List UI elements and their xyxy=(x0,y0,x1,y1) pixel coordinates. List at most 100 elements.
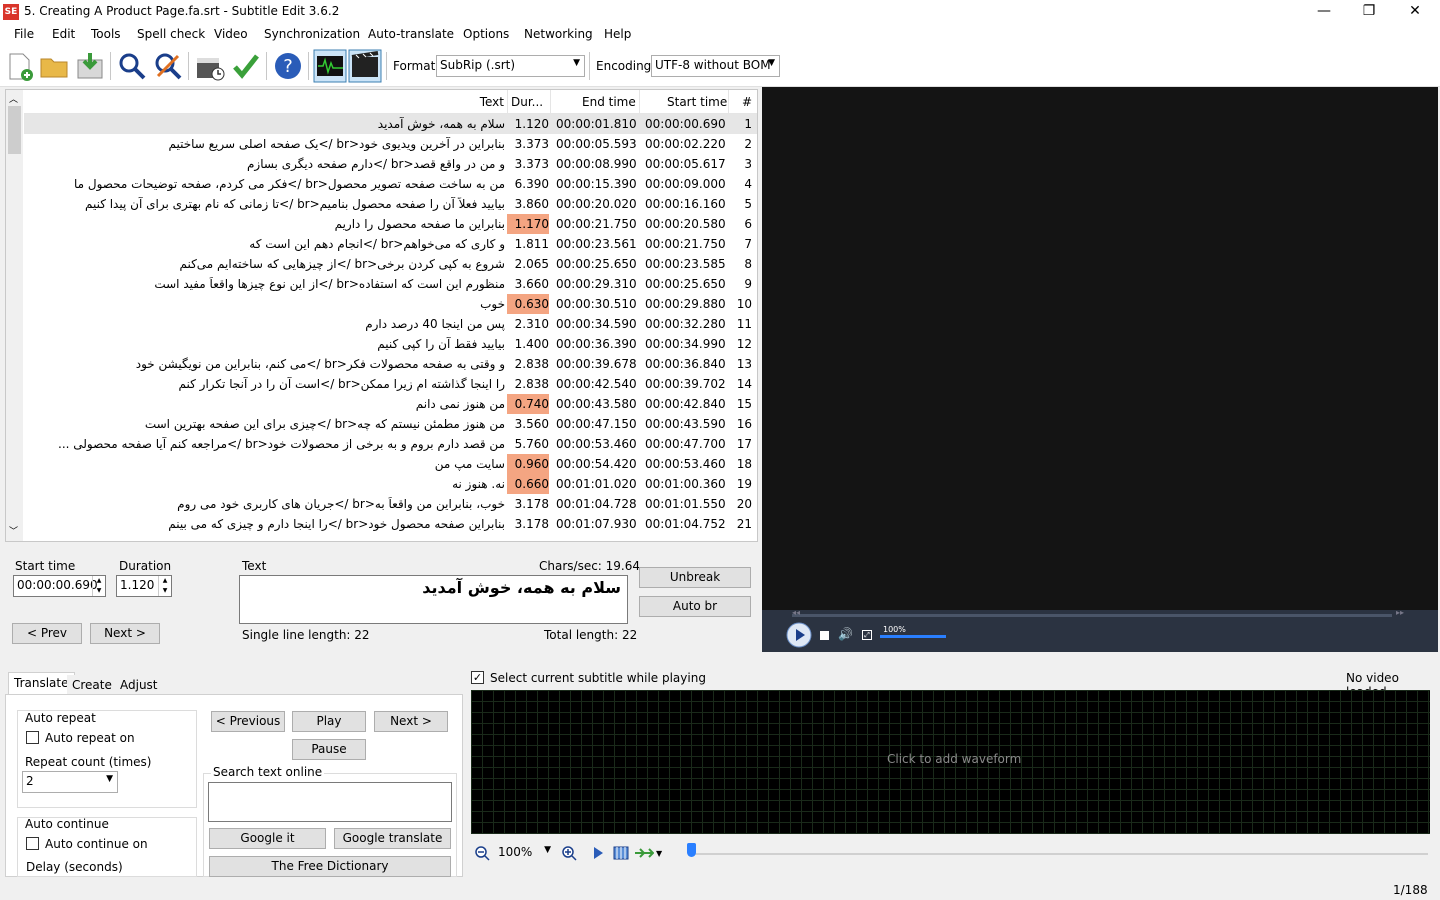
menu-file[interactable]: File xyxy=(14,27,34,41)
open-folder-icon[interactable] xyxy=(38,50,70,82)
spin-up-icon[interactable]: ▲ xyxy=(92,576,105,586)
visual-sync-icon[interactable] xyxy=(194,50,226,82)
video-toggle-icon[interactable] xyxy=(348,49,382,83)
scroll-thumb[interactable] xyxy=(8,106,21,154)
table-row[interactable]: و وقتی به صفحه محصولات فکر<br />می کنم، … xyxy=(24,354,757,374)
auto-br-button[interactable]: Auto br xyxy=(639,596,751,617)
table-row[interactable]: بیایید فعلاً آن را صفحه محصول بنامیم<br … xyxy=(24,194,757,214)
grid-scrollbar[interactable]: ︿ ﹀ xyxy=(6,90,23,541)
duration-input[interactable]: 1.120 ▲ ▼ xyxy=(116,575,172,597)
seek-bar[interactable] xyxy=(792,614,1392,617)
start-time-input[interactable]: 00:00:00.690 ▲ ▼ xyxy=(13,575,106,597)
tab-translate[interactable]: Translate xyxy=(8,672,75,694)
auto-continue-checkbox[interactable] xyxy=(26,837,39,850)
table-row[interactable]: بنابراین ما صفحه محصول را داریم 1.170 00:0… xyxy=(24,214,757,234)
stop-icon[interactable] xyxy=(820,631,829,640)
chevron-down-icon[interactable]: ▼ xyxy=(656,849,662,858)
table-row[interactable]: بنابراین صفحه محصول خود<br />را اینجا دا… xyxy=(24,514,757,534)
table-row[interactable]: بنابراین در آخرین ویدیوی خود<br />یک صفح… xyxy=(24,134,757,154)
menu-video[interactable]: Video xyxy=(214,27,248,41)
find-icon[interactable] xyxy=(116,50,148,82)
table-row[interactable]: پس من اینجا 40 درصد دارم 2.310 00:00:34.59… xyxy=(24,314,757,334)
auto-repeat-checkbox[interactable] xyxy=(26,731,39,744)
table-row[interactable]: من قصد دارم بروم و به برخی از محصولات خو… xyxy=(24,434,757,454)
menu-edit[interactable]: Edit xyxy=(52,27,75,41)
menu-auto-translate[interactable]: Auto-translate xyxy=(368,27,454,41)
waveform-position-thumb[interactable] xyxy=(687,843,696,857)
volume-slider[interactable] xyxy=(880,635,946,638)
spin-down-icon[interactable]: ▼ xyxy=(92,586,105,596)
select-current-checkbox[interactable]: ✓ xyxy=(471,671,484,684)
play-icon[interactable] xyxy=(786,622,812,648)
header-start-time[interactable]: Start time xyxy=(667,95,727,109)
encoding-select[interactable]: UTF-8 without BOM ▼ xyxy=(651,55,780,77)
table-row[interactable]: و من در واقع قصد<br />دارم صفحه دیگری بس… xyxy=(24,154,757,174)
next-subtitle-button[interactable]: Next > xyxy=(374,711,448,732)
scroll-up-icon[interactable]: ︿ xyxy=(9,92,18,105)
table-row[interactable]: منظورم این است که استفاده<br />از این نو… xyxy=(24,274,757,294)
menu-tools[interactable]: Tools xyxy=(91,27,121,41)
close-button[interactable]: ✕ xyxy=(1392,0,1438,23)
minimize-button[interactable]: — xyxy=(1301,0,1347,23)
waveform-zoom-select[interactable]: 100% ▼ xyxy=(495,843,555,865)
menu-options[interactable]: Options xyxy=(463,27,509,41)
menu-synchronization[interactable]: Synchronization xyxy=(264,27,360,41)
google-it-button[interactable]: Google it xyxy=(209,828,326,849)
play-selection-icon[interactable] xyxy=(592,846,604,860)
spin-down-icon[interactable]: ▼ xyxy=(158,586,171,596)
table-row[interactable]: من هنوز مطمئن نیستم که چه<br />چیزی برای… xyxy=(24,414,757,434)
rewind-icon[interactable]: ◂◂ xyxy=(792,608,800,617)
row-text: سلام به همه، خوش آمدید xyxy=(377,117,505,131)
waveform-position-track[interactable] xyxy=(690,853,1428,855)
table-row[interactable]: خوب، بنابراین من واقعاً به<br />جریان ها… xyxy=(24,494,757,514)
table-row[interactable]: و کاری که می‌خواهم<br />انجام دهم این اس… xyxy=(24,234,757,254)
maximize-button[interactable]: ❐ xyxy=(1346,0,1392,23)
header-text[interactable]: Text xyxy=(480,95,504,109)
fullscreen-icon[interactable]: ⤢ xyxy=(862,630,872,640)
table-row[interactable]: من به ساخت صفحه تصویر محصول<br />فکر می … xyxy=(24,174,757,194)
pause-button[interactable]: Pause xyxy=(292,739,366,760)
repeat-count-select[interactable]: 2 ▼ xyxy=(22,771,118,793)
play-button[interactable]: Play xyxy=(292,711,366,732)
free-dictionary-button[interactable]: The Free Dictionary xyxy=(209,856,451,877)
zoom-out-icon[interactable] xyxy=(474,845,490,861)
save-icon[interactable] xyxy=(74,50,106,82)
encoding-select-value: UTF-8 without BOM xyxy=(655,58,771,72)
google-translate-button[interactable]: Google translate xyxy=(334,828,451,849)
waveform-toggle-icon[interactable] xyxy=(313,49,347,83)
help-icon[interactable]: ? xyxy=(272,50,304,82)
menu-networking[interactable]: Networking xyxy=(524,27,593,41)
spin-up-icon[interactable]: ▲ xyxy=(158,576,171,586)
table-row[interactable]: نه. هنوز نه 0.660 00:01:01.020 00:01:00.360… xyxy=(24,474,757,494)
header-number[interactable]: # xyxy=(742,95,752,109)
video-player[interactable] xyxy=(762,87,1438,652)
header-end-time[interactable]: End time xyxy=(582,95,636,109)
table-row[interactable]: سلام به همه، خوش آمدید 1.120 00:00:01.810 0… xyxy=(24,114,757,134)
subtitle-text-editor[interactable]: سلام به همه، خوش آمدید xyxy=(239,575,628,624)
search-text-input[interactable] xyxy=(208,782,452,822)
zoom-in-icon[interactable] xyxy=(561,845,577,861)
go-next-icon[interactable] xyxy=(634,846,654,860)
table-row[interactable]: شروع به کپی کردن برخی<br />از چیزهایی که… xyxy=(24,254,757,274)
unbreak-button[interactable]: Unbreak xyxy=(639,567,751,588)
header-duration[interactable]: Dur... xyxy=(511,95,543,109)
waveform-panel[interactable]: Click to add waveform xyxy=(471,690,1430,834)
table-row[interactable]: را اینجا گذاشته ام زیرا ممکن<br />است آن… xyxy=(24,374,757,394)
menu-help[interactable]: Help xyxy=(604,27,631,41)
format-select[interactable]: SubRip (.srt) ▼ xyxy=(436,55,585,77)
forward-icon[interactable]: ▸▸ xyxy=(1396,608,1404,617)
replace-icon[interactable] xyxy=(152,50,184,82)
table-row[interactable]: من هنوز نمی دانم 0.740 00:00:43.580 00:00:4… xyxy=(24,394,757,414)
previous-button[interactable]: < Previous xyxy=(211,711,285,732)
menu-spell-check[interactable]: Spell check xyxy=(137,27,205,41)
spell-check-icon[interactable] xyxy=(230,50,262,82)
table-row[interactable]: سایت مپ من 0.960 00:00:54.420 00:00:53.460 1… xyxy=(24,454,757,474)
table-row[interactable]: بیایید فقط آن را کپی کنیم 1.400 00:00:36.3… xyxy=(24,334,757,354)
next-button[interactable]: Next > xyxy=(90,623,160,644)
prev-button[interactable]: < Prev xyxy=(12,623,82,644)
scroll-down-icon[interactable]: ﹀ xyxy=(9,524,18,537)
new-file-icon[interactable] xyxy=(3,50,35,82)
table-row[interactable]: خوب 0.630 00:00:30.510 00:00:29.880 10 xyxy=(24,294,757,314)
split-icon[interactable] xyxy=(613,845,629,861)
volume-icon[interactable]: 🔊 xyxy=(838,627,853,641)
